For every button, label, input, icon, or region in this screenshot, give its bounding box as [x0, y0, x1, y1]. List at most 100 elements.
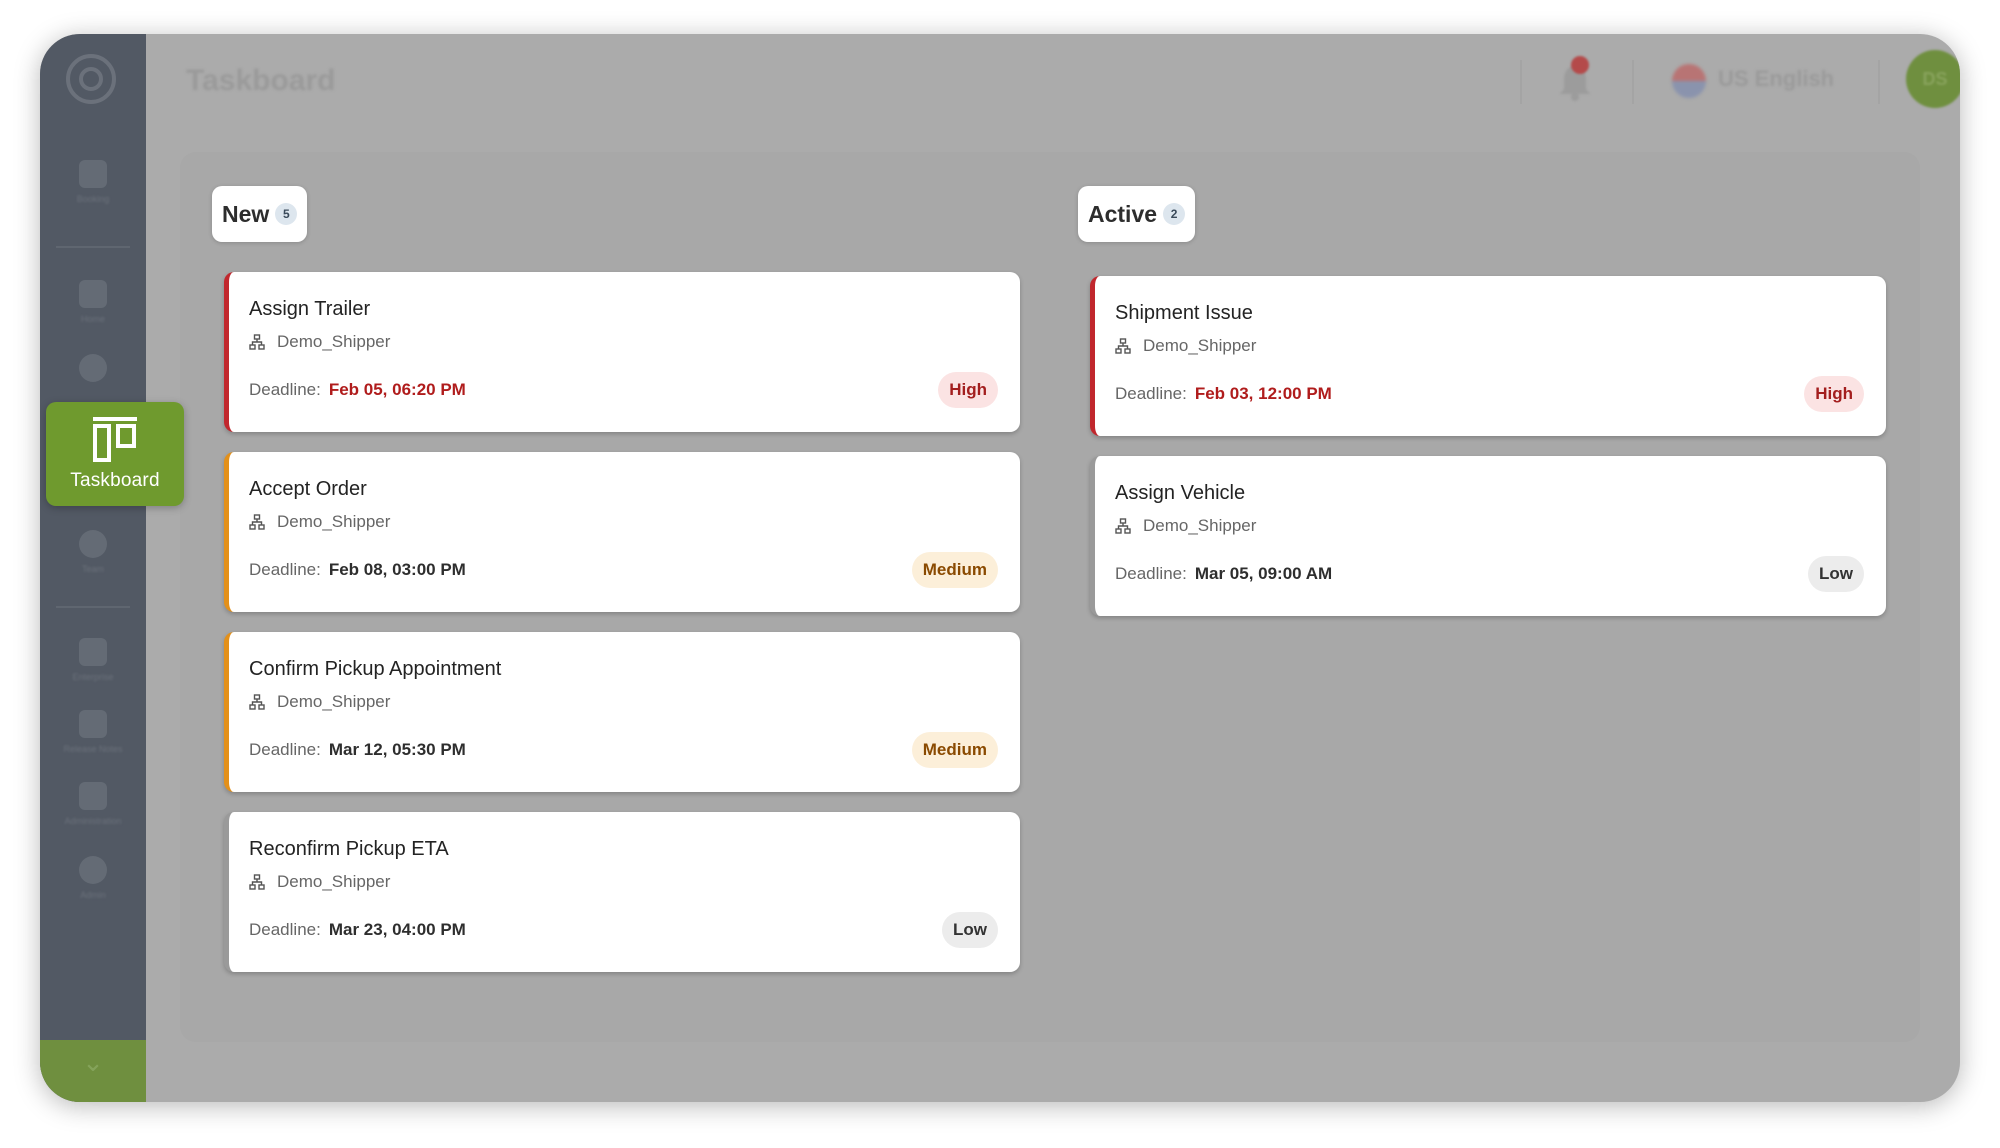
org-hierarchy-icon [249, 334, 265, 350]
task-card[interactable]: Confirm Pickup Appointment Demo_Shipper … [224, 632, 1020, 792]
globe-icon [79, 354, 107, 382]
priority-badge: High [1804, 376, 1864, 412]
card-organization: Demo_Shipper [249, 692, 390, 712]
us-flag-icon[interactable] [1672, 64, 1706, 98]
card-organization: Demo_Shipper [1115, 336, 1256, 356]
card-org-name: Demo_Shipper [277, 512, 391, 531]
card-deadline: Deadline: Feb 08, 03:00 PM [249, 560, 466, 580]
column-count-badge: 2 [1163, 203, 1186, 225]
column-title: New [222, 200, 270, 227]
card-deadline: Deadline: Feb 03, 12:00 PM [1115, 384, 1332, 404]
card-org-name: Demo_Shipper [277, 872, 391, 891]
card-title: Reconfirm Pickup ETA [249, 838, 449, 860]
language-selector[interactable]: US English [1718, 66, 1834, 92]
sidebar-item-label: Home [80, 314, 105, 324]
sidebar-item-taskboard[interactable]: Taskboard [46, 402, 184, 506]
sidebar-divider [56, 246, 130, 248]
card-org-name: Demo_Shipper [277, 332, 391, 351]
sidebar-expand-button[interactable]: ⌄ [40, 1040, 146, 1102]
sidebar-divider [56, 606, 130, 608]
deadline-value: Mar 12, 05:30 PM [328, 740, 466, 759]
sidebar: Booking Home Team Enterprise Release Not… [40, 34, 146, 1102]
team-icon [79, 530, 107, 558]
home-icon [79, 280, 107, 308]
avatar[interactable]: DS [1906, 50, 1960, 108]
card-deadline: Deadline: Mar 05, 09:00 AM [1115, 564, 1332, 584]
deadline-label: Deadline: [1115, 564, 1187, 583]
deadline-value: Feb 08, 03:00 PM [328, 560, 466, 579]
priority-badge: Medium [911, 732, 998, 768]
org-hierarchy-icon [1115, 518, 1131, 534]
sidebar-item-label: Booking [76, 194, 110, 204]
sidebar-item-release-notes[interactable]: Release Notes [40, 710, 146, 754]
card-deadline: Deadline: Mar 23, 04:00 PM [249, 920, 466, 940]
task-card[interactable]: Assign Trailer Demo_Shipper Deadline: Feb… [224, 272, 1020, 432]
sidebar-item-booking[interactable]: Booking [40, 160, 146, 204]
deadline-value: Feb 03, 12:00 PM [1194, 384, 1332, 403]
sidebar-item-admin[interactable]: Admin [40, 856, 146, 900]
sidebar-item-administration[interactable]: Administration [40, 782, 146, 826]
card-organization: Demo_Shipper [1115, 516, 1256, 536]
top-bar: Taskboard US English DS [146, 34, 1960, 126]
card-deadline: Deadline: Feb 05, 06:20 PM [249, 380, 466, 400]
priority-badge: Low [942, 912, 998, 948]
header-divider [1632, 60, 1634, 104]
sidebar-item-enterprise[interactable]: Enterprise [40, 638, 146, 682]
task-card[interactable]: Assign Vehicle Demo_Shipper Deadline: Mar… [1090, 456, 1886, 616]
enterprise-icon [79, 638, 107, 666]
card-title: Confirm Pickup Appointment [249, 658, 502, 680]
org-hierarchy-icon [1115, 338, 1131, 354]
header-divider [1878, 60, 1880, 104]
sidebar-item-globe[interactable] [40, 354, 146, 388]
priority-badge: Low [1808, 556, 1864, 592]
card-org-name: Demo_Shipper [1143, 336, 1257, 355]
notification-badge [1571, 56, 1589, 74]
deadline-value: Feb 05, 06:20 PM [328, 380, 466, 399]
sidebar-item-team[interactable]: Team [40, 530, 146, 574]
card-org-name: Demo_Shipper [277, 692, 391, 711]
booking-icon [79, 160, 107, 188]
sidebar-item-label: Release Notes [63, 744, 123, 754]
page-title: Taskboard [186, 64, 336, 97]
deadline-value: Mar 05, 09:00 AM [1194, 564, 1333, 583]
org-hierarchy-icon [249, 694, 265, 710]
card-organization: Demo_Shipper [249, 872, 390, 892]
sidebar-item-label: Enterprise [72, 672, 114, 682]
task-card[interactable]: Accept Order Demo_Shipper Deadline: Feb 0… [224, 452, 1020, 612]
column-title: Active [1088, 200, 1158, 227]
sidebar-item-label: Team [81, 564, 104, 574]
card-title: Accept Order [249, 478, 367, 500]
admin-icon [79, 856, 107, 884]
column-count-badge: 5 [275, 203, 298, 225]
deadline-label: Deadline: [249, 560, 321, 579]
sidebar-item-home[interactable]: Home [40, 280, 146, 324]
app-window: Booking Home Team Enterprise Release Not… [40, 34, 1960, 1102]
deadline-label: Deadline: [249, 740, 321, 759]
card-org-name: Demo_Shipper [1143, 516, 1257, 535]
sidebar-item-label: Taskboard [70, 470, 160, 491]
logo-icon[interactable] [66, 54, 116, 104]
org-hierarchy-icon [249, 874, 265, 890]
card-title: Assign Trailer [249, 298, 371, 320]
taskboard-icon [93, 417, 137, 462]
sidebar-item-label: Admin [80, 890, 106, 900]
deadline-label: Deadline: [249, 920, 321, 939]
card-title: Shipment Issue [1115, 302, 1253, 324]
task-card[interactable]: Reconfirm Pickup ETA Demo_Shipper Deadli… [224, 812, 1020, 972]
priority-badge: High [938, 372, 998, 408]
deadline-value: Mar 23, 04:00 PM [328, 920, 466, 939]
org-hierarchy-icon [249, 514, 265, 530]
deadline-label: Deadline: [1115, 384, 1187, 403]
column-header-active: Active 2 [1078, 186, 1196, 242]
administration-icon [79, 782, 107, 810]
task-card[interactable]: Shipment Issue Demo_Shipper Deadline: Feb… [1090, 276, 1886, 436]
sidebar-item-label: Administration [64, 816, 122, 826]
release-notes-icon [79, 710, 107, 738]
priority-badge: Medium [911, 552, 998, 588]
card-title: Assign Vehicle [1115, 482, 1246, 504]
column-header-new: New 5 [212, 186, 308, 242]
card-deadline: Deadline: Mar 12, 05:30 PM [249, 740, 466, 760]
card-organization: Demo_Shipper [249, 332, 390, 352]
deadline-label: Deadline: [249, 380, 321, 399]
chevron-down-icon: ⌄ [82, 1047, 104, 1077]
